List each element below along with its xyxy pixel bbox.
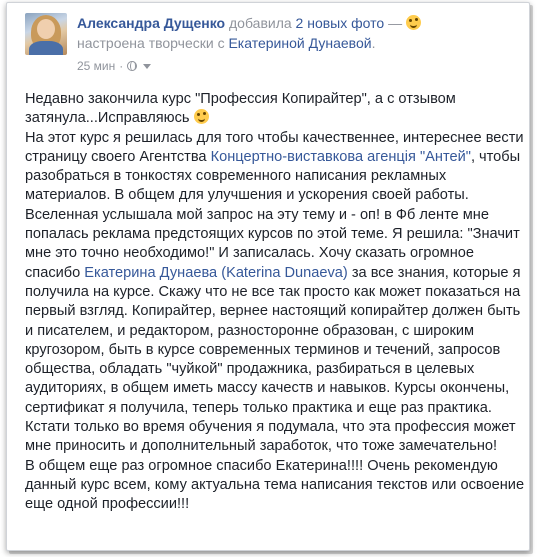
avatar[interactable] <box>25 13 67 55</box>
paragraph-3-text: В общем еще раз огромное спасибо Екатери… <box>25 457 525 513</box>
avatar-shirt <box>29 41 63 55</box>
action-text: добавила <box>229 15 292 31</box>
paragraph-2-text-middle: , чтобы разобраться в тонкостях современ… <box>25 148 521 281</box>
post-body: Недавно закончила курс "Профессия Копира… <box>25 90 525 515</box>
globe-icon[interactable] <box>127 61 138 71</box>
chevron-down-icon[interactable] <box>143 63 152 69</box>
post-paragraph-2: На этот курс я решилась для того чтобы к… <box>25 129 525 457</box>
smiling-emoji-icon <box>405 15 421 30</box>
author-name[interactable]: Александра Дущенко <box>77 15 225 31</box>
author-line: Александра Дущенко добавила 2 новых фото… <box>77 13 521 33</box>
post-paragraph-1: Недавно закончила курс "Профессия Копира… <box>25 90 525 129</box>
feeling-line: настроена творчески с Екатериной Дунаево… <box>77 33 521 53</box>
feeling-text: настроена творчески с <box>77 35 225 51</box>
feeling-suffix: . <box>371 35 376 51</box>
winking-emoji-icon <box>193 109 209 125</box>
avatar-face <box>37 19 55 39</box>
paragraph-2-text-end: за все знания, которые я получила на кур… <box>25 264 521 455</box>
timestamp-row: 25 мин · <box>77 59 521 73</box>
photos-link[interactable]: 2 новых фото <box>296 15 385 31</box>
post-meta: Александра Дущенко добавила 2 новых фото… <box>77 13 521 73</box>
agency-page-link[interactable]: Концертно-виставкова агенція "Антей" <box>211 149 471 165</box>
timestamp[interactable]: 25 мин <box>77 59 115 73</box>
dash-separator: — <box>388 15 403 31</box>
dot-separator: · <box>119 59 124 73</box>
mentioned-person-link[interactable]: Екатерина Дунаева (Katerina Dunaeva) <box>84 265 347 281</box>
tagged-person-link[interactable]: Екатериной Дунаевой <box>228 35 371 51</box>
post-header: Александра Дущенко добавила 2 новых фото… <box>25 13 521 83</box>
paragraph-1-text: Недавно закончила курс "Профессия Копира… <box>25 91 456 127</box>
post-paragraph-3: В общем еще раз огромное спасибо Екатери… <box>25 457 525 515</box>
post-card: Александра Дущенко добавила 2 новых фото… <box>6 2 530 551</box>
